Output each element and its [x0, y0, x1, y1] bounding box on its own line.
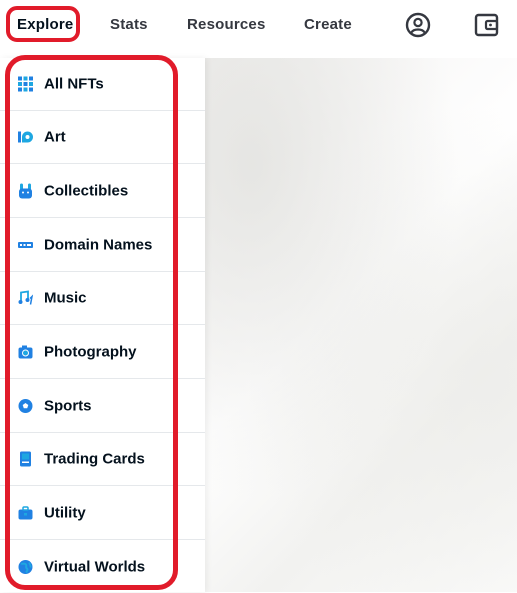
menu-item-all-nfts[interactable]: All NFTs: [0, 58, 205, 111]
hero-shading: [205, 58, 517, 592]
menu-item-label: Music: [44, 289, 87, 307]
menu-item-label: Virtual Worlds: [44, 558, 146, 575]
menu-item-photography[interactable]: Photography: [0, 326, 205, 379]
nav-resources[interactable]: Resources: [187, 14, 266, 36]
nav-stats[interactable]: Stats: [110, 14, 148, 36]
top-navigation-bar: Explore Stats Resources Create: [0, 0, 517, 52]
menu-item-virtual-worlds[interactable]: Virtual Worlds: [0, 540, 205, 593]
menu-item-label: Photography: [44, 343, 137, 361]
utility-icon: [18, 506, 33, 521]
camera-icon: [18, 345, 33, 360]
menu-item-collectibles[interactable]: Collectibles: [0, 165, 205, 218]
ball-icon: [18, 399, 33, 414]
wallet-icon[interactable]: [473, 11, 501, 39]
music-note-icon: [18, 290, 34, 306]
nav-create[interactable]: Create: [304, 14, 352, 36]
menu-item-label: All NFTs: [44, 75, 104, 93]
nav-explore[interactable]: Explore: [17, 14, 73, 36]
menu-item-sports[interactable]: Sports: [0, 380, 205, 433]
menu-item-label: Sports: [44, 397, 92, 415]
domain-icon: [18, 238, 33, 253]
grid-icon: [18, 76, 33, 92]
menu-item-label: Trading Cards: [44, 450, 145, 468]
palette-icon: [18, 130, 33, 145]
explore-dropdown-menu: All NFTs Art Collectibles Domain Names M…: [0, 58, 205, 592]
menu-item-label: Collectibles: [44, 182, 129, 200]
card-icon: [18, 451, 33, 467]
account-circle-icon[interactable]: [404, 11, 432, 39]
menu-item-label: Utility: [44, 504, 86, 522]
menu-item-art[interactable]: Art: [0, 111, 205, 164]
menu-item-label: Art: [44, 128, 66, 146]
globe-icon: [18, 559, 33, 574]
menu-item-domain-names[interactable]: Domain Names: [0, 219, 205, 272]
hero-background-image: [205, 58, 517, 592]
menu-item-trading-cards[interactable]: Trading Cards: [0, 433, 205, 486]
bunny-icon: [18, 183, 33, 199]
menu-item-label: Domain Names: [44, 236, 153, 254]
menu-item-utility[interactable]: Utility: [0, 487, 205, 540]
menu-item-music[interactable]: Music: [0, 272, 205, 325]
